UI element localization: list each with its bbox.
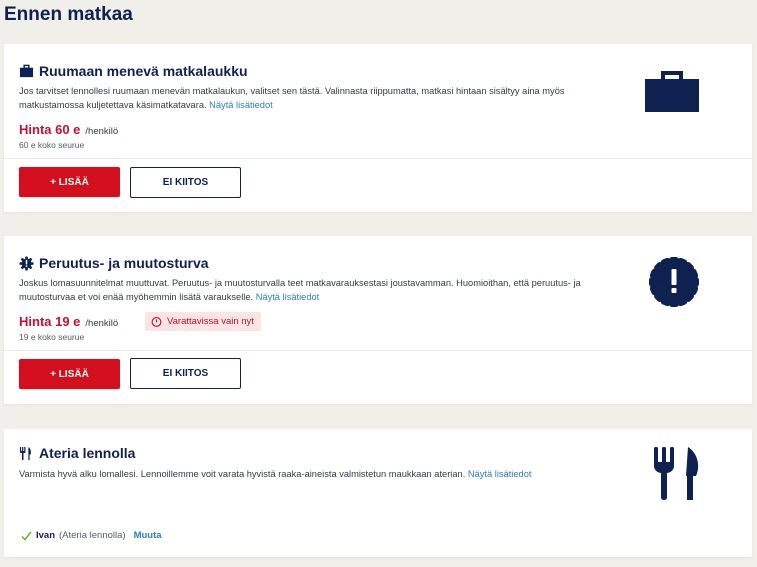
suitcase-icon <box>645 71 699 112</box>
luggage-add-button[interactable]: + LISÄÄ <box>19 167 120 197</box>
change-meal-link[interactable]: Muuta <box>134 530 162 541</box>
selected-meal-label: (Ateria lennolla) <box>59 530 126 541</box>
luggage-title: Ruumaan menevä matkalaukku <box>19 63 248 79</box>
cancellation-card: Peruutus- ja muutosturva Joskus lomasuun… <box>4 236 752 404</box>
cancellation-description: Joskus lomasuunnitelmat muuttuvat. Peruu… <box>19 276 589 304</box>
meal-title-text: Ateria lennolla <box>39 445 136 461</box>
meal-selection: Ivan (Ateria lennolla) Muuta <box>21 530 162 541</box>
cancellation-price-row: Hinta 19 e /henkilö <box>19 314 118 329</box>
cancellation-per-person: /henkilö <box>85 318 119 329</box>
meal-card: Ateria lennolla Varmista hyvä alku lomal… <box>4 429 752 557</box>
luggage-decline-button[interactable]: EI KIITOS <box>130 167 241 198</box>
cancellation-decline-button[interactable]: EI KIITOS <box>130 358 241 389</box>
meal-title: Ateria lennolla <box>19 445 135 461</box>
availability-badge: Varattavissa vain nyt <box>145 312 261 331</box>
availability-badge-text: Varattavissa vain nyt <box>167 316 254 327</box>
fork-knife-icon <box>654 447 699 500</box>
luggage-more-link[interactable]: Näytä lisätiedot <box>209 100 273 110</box>
selected-passenger-name: Ivan <box>36 530 56 541</box>
cancellation-add-button[interactable]: + LISÄÄ <box>19 359 120 389</box>
cancellation-more-link[interactable]: Näytä lisätiedot <box>256 292 320 302</box>
suitcase-icon <box>19 64 34 77</box>
page-title: Ennen matkaa <box>4 4 133 25</box>
luggage-description: Jos tarvitset lennollesi ruumaan menevän… <box>19 84 589 112</box>
cancellation-title: Peruutus- ja muutosturva <box>19 255 209 271</box>
cancellation-group-price: 19 e koko seurue <box>19 332 85 342</box>
meal-more-link[interactable]: Näytä lisätiedot <box>468 469 532 479</box>
cancellation-price: Hinta 19 e <box>19 314 81 329</box>
luggage-group-price: 60 e koko seurue <box>19 140 85 150</box>
luggage-title-text: Ruumaan menevä matkalaukku <box>39 63 248 79</box>
checkmark-icon <box>21 531 32 541</box>
meal-description: Varmista hyvä alku lomallesi. Lennoillem… <box>19 467 589 481</box>
luggage-price-row: Hinta 60 e /henkilö <box>19 122 118 137</box>
gear-badge-icon <box>649 257 699 307</box>
gear-badge-icon <box>19 255 34 271</box>
meal-description-text: Varmista hyvä alku lomallesi. Lennoillem… <box>19 469 466 479</box>
luggage-price: Hinta 60 e <box>19 122 81 137</box>
luggage-divider <box>4 158 752 159</box>
fork-knife-icon <box>19 446 31 460</box>
timer-icon <box>151 317 162 327</box>
cancellation-divider <box>4 350 752 351</box>
cancellation-title-text: Peruutus- ja muutosturva <box>39 255 209 271</box>
luggage-card: Ruumaan menevä matkalaukku Jos tarvitset… <box>4 44 752 212</box>
luggage-description-text: Jos tarvitset lennollesi ruumaan menevän… <box>19 86 565 110</box>
luggage-per-person: /henkilö <box>85 126 119 137</box>
